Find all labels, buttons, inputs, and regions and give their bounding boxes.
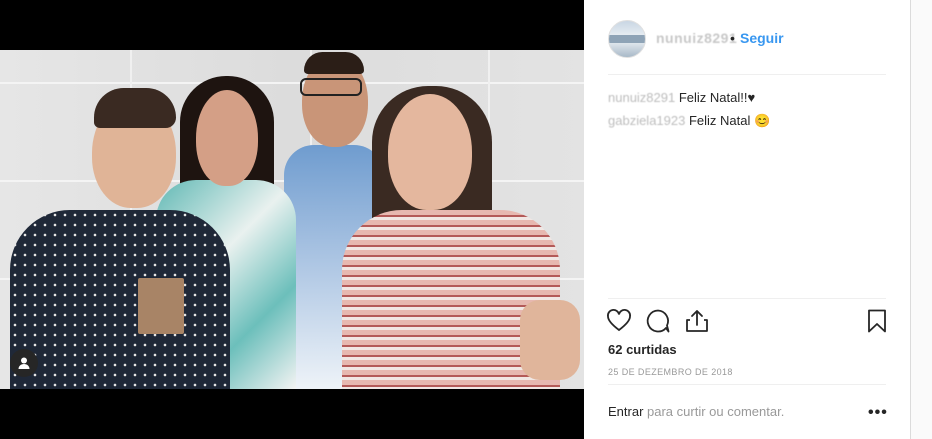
user-icon <box>18 357 30 369</box>
divider <box>608 298 886 299</box>
photo-panel <box>0 0 584 439</box>
comment-item: nunuiz8291 Feliz Natal!!♥ <box>608 90 755 105</box>
bookmark-icon[interactable] <box>864 308 890 334</box>
more-options-button[interactable]: ••• <box>868 404 888 422</box>
post-photo[interactable] <box>0 50 584 389</box>
page-margin <box>911 0 932 439</box>
post-header: nunuiz8291 • Seguir <box>584 0 910 74</box>
comment-item: gabziela1923 Feliz Natal 😊 <box>608 113 770 129</box>
comment-text: Feliz Natal 😊 <box>688 113 771 128</box>
comment-text: Feliz Natal!!♥ <box>678 90 756 105</box>
post-date: 25 DE DEZEMBRO DE 2018 <box>608 367 733 377</box>
login-prompt: Entrar para curtir ou comentar. <box>608 404 784 419</box>
divider <box>608 384 886 385</box>
comment-username[interactable]: nunuiz8291 <box>608 90 675 105</box>
heart-icon[interactable] <box>606 308 632 334</box>
share-icon[interactable] <box>684 308 710 334</box>
avatar[interactable] <box>608 20 646 58</box>
login-prompt-text: para curtir ou comentar. <box>643 404 785 419</box>
header-separator: • <box>730 30 735 46</box>
divider <box>608 74 886 75</box>
likes-count[interactable]: 62 curtidas <box>608 342 677 357</box>
post-sidebar: nunuiz8291 • Seguir nunuiz8291 Feliz Nat… <box>584 0 911 439</box>
wall-tile-line <box>0 82 584 84</box>
author-username[interactable]: nunuiz8291 <box>656 30 737 46</box>
comment-username[interactable]: gabziela1923 <box>608 113 685 128</box>
tagged-users-button[interactable] <box>10 349 38 377</box>
comment-icon[interactable] <box>645 308 671 334</box>
follow-button[interactable]: Seguir <box>740 30 784 46</box>
login-link[interactable]: Entrar <box>608 404 643 419</box>
